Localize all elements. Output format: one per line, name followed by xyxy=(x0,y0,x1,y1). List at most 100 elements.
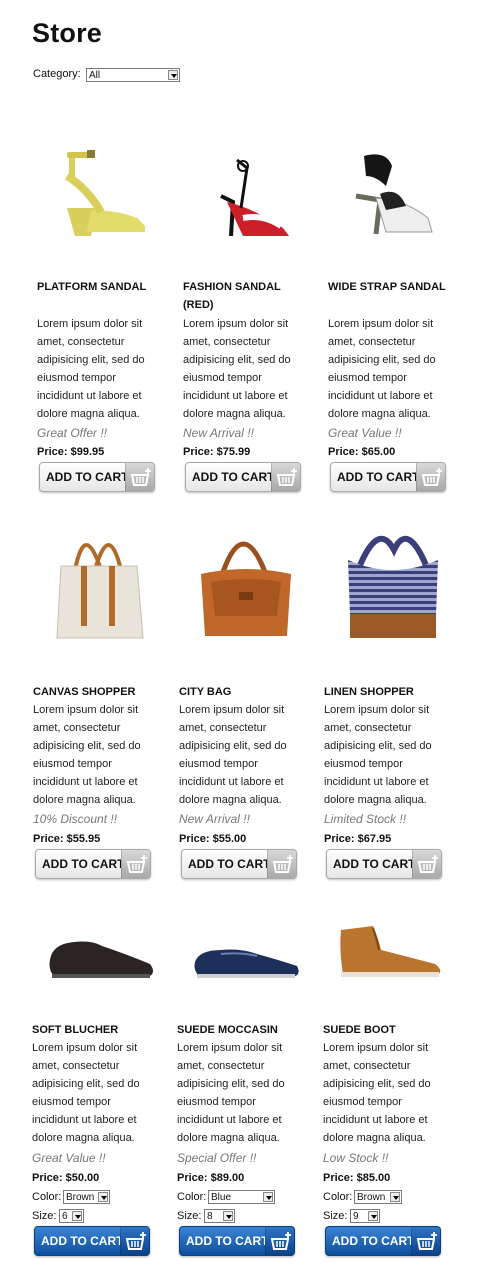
add-to-cart-button[interactable]: ADD TO CART xyxy=(325,1226,441,1256)
size-label: Size: xyxy=(323,1210,348,1222)
product-price: Price: $99.95 xyxy=(37,446,105,458)
product-name: FASHION SANDAL (RED) xyxy=(183,281,281,311)
product-promo: Limited Stock !! xyxy=(324,812,407,826)
product-promo: Special Offer !! xyxy=(177,1151,257,1165)
chevron-down-icon xyxy=(223,1211,233,1221)
product-price: Price: $55.95 xyxy=(33,833,101,845)
add-to-cart-label: ADD TO CART xyxy=(186,1234,269,1248)
size-select[interactable]: 8 xyxy=(204,1209,235,1223)
add-to-cart-label: ADD TO CART xyxy=(188,857,271,871)
product-image xyxy=(194,949,299,978)
basket-icon xyxy=(265,1227,294,1255)
product-image xyxy=(348,535,438,638)
product-description: Lorem ipsum dolor sit amet, consectetur … xyxy=(33,704,141,806)
color-label: Color: xyxy=(323,1191,353,1203)
color-select[interactable]: Blue xyxy=(208,1190,275,1204)
product-promo: Low Stock !! xyxy=(323,1151,389,1165)
product-price: Price: $75.99 xyxy=(183,446,251,458)
chevron-down-icon xyxy=(390,1192,400,1202)
add-to-cart-label: ADD TO CART xyxy=(332,1234,415,1248)
basket-icon xyxy=(267,850,296,878)
color-select-value: Blue xyxy=(211,1192,232,1203)
product-name: SUEDE MOCCASIN xyxy=(177,1024,278,1036)
page-title: Store xyxy=(32,18,103,48)
size-select[interactable]: 9 xyxy=(350,1209,380,1223)
product-name: CANVAS SHOPPER xyxy=(33,686,136,698)
add-to-cart-button[interactable]: ADD TO CART xyxy=(181,849,297,879)
size-select-value: 9 xyxy=(353,1211,359,1222)
basket-icon xyxy=(125,463,154,491)
product-price: Price: $89.00 xyxy=(177,1172,245,1184)
chevron-down-icon xyxy=(168,70,178,80)
chevron-down-icon xyxy=(263,1192,273,1202)
product-image xyxy=(340,926,441,977)
add-to-cart-label: ADD TO CART xyxy=(41,1234,124,1248)
product-description: Lorem ipsum dolor sit amet, consectetur … xyxy=(323,1042,431,1144)
product-name: LINEN SHOPPER xyxy=(324,686,414,698)
chevron-down-icon xyxy=(72,1211,82,1221)
product-image xyxy=(64,150,145,236)
basket-icon xyxy=(416,463,445,491)
product-image xyxy=(220,158,289,237)
product-description: Lorem ipsum dolor sit amet, consectetur … xyxy=(32,1042,140,1144)
product-name: WIDE STRAP SANDAL xyxy=(328,281,446,293)
chevron-down-icon xyxy=(98,1192,108,1202)
product-description: Lorem ipsum dolor sit amet, consectetur … xyxy=(179,704,287,806)
product-description: Lorem ipsum dolor sit amet, consectetur … xyxy=(37,318,145,420)
chevron-down-icon xyxy=(368,1211,378,1221)
add-to-cart-button[interactable]: ADD TO CART xyxy=(35,849,151,879)
basket-icon xyxy=(120,1227,149,1255)
category-select-value: All xyxy=(89,70,101,81)
color-select[interactable]: Brown xyxy=(354,1190,402,1204)
add-to-cart-label: ADD TO CART xyxy=(192,470,275,484)
product-promo: 10% Discount !! xyxy=(33,812,118,826)
product-promo: Great Value !! xyxy=(328,426,402,440)
product-price: Price: $65.00 xyxy=(328,446,396,458)
basket-icon xyxy=(121,850,150,878)
product-promo: Great Value !! xyxy=(32,1151,106,1165)
size-select[interactable]: 6 xyxy=(59,1209,84,1223)
product-promo: New Arrival !! xyxy=(179,812,250,826)
product-image xyxy=(201,541,291,636)
product-name: PLATFORM SANDAL xyxy=(37,281,147,293)
add-to-cart-button[interactable]: ADD TO CART xyxy=(185,462,301,492)
add-to-cart-button[interactable]: ADD TO CART xyxy=(330,462,446,492)
size-select-value: 6 xyxy=(62,1211,68,1222)
add-to-cart-label: ADD TO CART xyxy=(337,470,420,484)
size-label: Size: xyxy=(177,1210,202,1222)
add-to-cart-label: ADD TO CART xyxy=(46,470,129,484)
basket-icon xyxy=(411,1227,440,1255)
product-description: Lorem ipsum dolor sit amet, consectetur … xyxy=(177,1042,285,1144)
product-image xyxy=(355,154,433,235)
product-image xyxy=(49,941,153,978)
basket-icon xyxy=(271,463,300,491)
size-select-value: 8 xyxy=(207,1211,213,1222)
size-label: Size: xyxy=(32,1210,57,1222)
category-label: Category: xyxy=(33,68,81,80)
product-image xyxy=(56,543,144,639)
add-to-cart-button[interactable]: ADD TO CART xyxy=(34,1226,150,1256)
product-description: Lorem ipsum dolor sit amet, consectetur … xyxy=(324,704,432,806)
product-promo: New Arrival !! xyxy=(183,426,254,440)
product-price: Price: $55.00 xyxy=(179,833,247,845)
product-name: SUEDE BOOT xyxy=(323,1024,396,1036)
color-select[interactable]: Brown xyxy=(63,1190,110,1204)
product-description: Lorem ipsum dolor sit amet, consectetur … xyxy=(328,318,436,420)
product-name: SOFT BLUCHER xyxy=(32,1024,119,1036)
category-select[interactable]: All xyxy=(86,68,180,82)
product-name: CITY BAG xyxy=(179,686,232,698)
product-description: Lorem ipsum dolor sit amet, consectetur … xyxy=(183,318,291,420)
color-select-value: Brown xyxy=(66,1192,95,1203)
add-to-cart-button[interactable]: ADD TO CART xyxy=(326,849,442,879)
color-label: Color: xyxy=(177,1191,207,1203)
product-promo: Great Offer !! xyxy=(37,426,108,440)
product-price: Price: $67.95 xyxy=(324,833,392,845)
add-to-cart-button[interactable]: ADD TO CART xyxy=(179,1226,295,1256)
color-label: Color: xyxy=(32,1191,62,1203)
add-to-cart-label: ADD TO CART xyxy=(42,857,125,871)
product-price: Price: $85.00 xyxy=(323,1172,391,1184)
color-select-value: Brown xyxy=(357,1192,386,1203)
basket-icon xyxy=(412,850,441,878)
product-price: Price: $50.00 xyxy=(32,1172,100,1184)
add-to-cart-button[interactable]: ADD TO CART xyxy=(39,462,155,492)
